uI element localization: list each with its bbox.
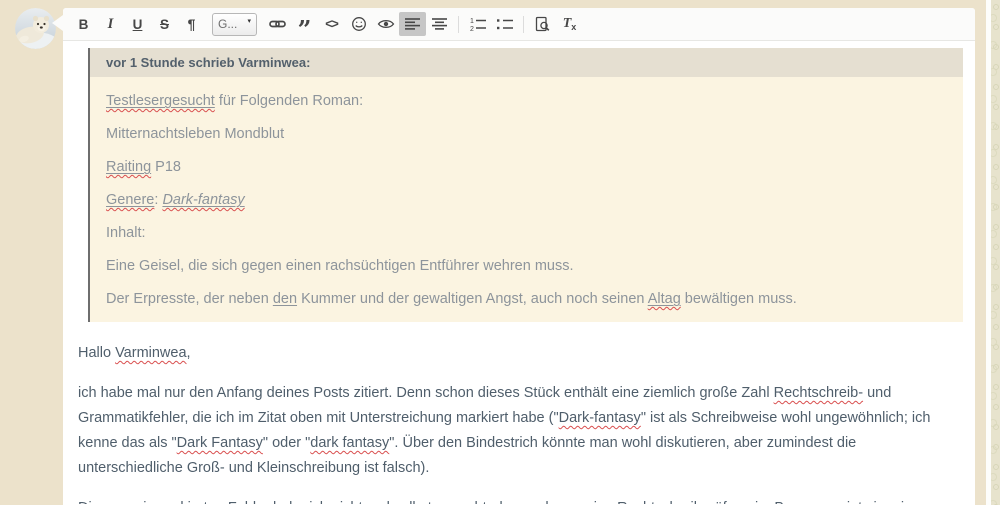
text-run: Inhalt: xyxy=(106,225,146,241)
text-run: , xyxy=(186,345,191,361)
post-editor: B I U S ¶ G... ▾ ” <> 1 2 T x vor 1 Stun… xyxy=(63,8,975,505)
marked-word: den xyxy=(272,291,298,307)
marked-word: Genere xyxy=(106,192,155,208)
caret-down-icon: ▾ xyxy=(247,18,251,25)
paragraph-format-button[interactable]: ¶ xyxy=(178,12,205,36)
text-run: bewältigen muss. xyxy=(680,291,797,307)
text-run: Mitternachtsleben Mondblut xyxy=(106,126,285,142)
paragraph: Genere: Dark-fantasy xyxy=(106,190,947,210)
underline-button[interactable]: U xyxy=(124,12,151,36)
paragraph: Testlesergesucht für Folgenden Roman: xyxy=(106,91,947,111)
text-run: " oder " xyxy=(262,435,311,451)
toolbar-separator xyxy=(458,15,459,33)
quoted-post: vor 1 Stunde schrieb Varminwea: Testlese… xyxy=(88,48,963,322)
marked-word: Dark-fantasy xyxy=(558,410,641,426)
paragraph: Die von mir markierten Fehler habe ich n… xyxy=(78,496,963,504)
preview-button[interactable] xyxy=(372,12,399,36)
text-run: P18 xyxy=(151,159,181,175)
text-run: Eine Geisel, die sich gegen einen rachsü… xyxy=(106,258,574,274)
text-run: Der Erpresste, der neben xyxy=(106,291,273,307)
paragraph: ich habe mal nur den Anfang deines Posts… xyxy=(78,381,963,481)
strikethrough-button[interactable]: S xyxy=(151,12,178,36)
text-run: ich habe mal nur den Anfang deines Posts… xyxy=(78,385,774,401)
align-left-button[interactable] xyxy=(399,12,426,36)
polar-bear-photo-avatar xyxy=(15,8,56,49)
page-search-icon xyxy=(535,16,550,32)
align-center-button[interactable] xyxy=(426,12,453,36)
marked-word: Raiting xyxy=(106,159,152,175)
eye-icon xyxy=(377,17,395,31)
ordered-list-icon: 1 2 xyxy=(470,17,486,31)
reply-text: Hallo Varminwea, ich habe mal nur den Anf… xyxy=(78,341,963,504)
quote-body: Testlesergesucht für Folgenden Roman: Mit… xyxy=(90,77,963,322)
ordered-list-button[interactable]: 1 2 xyxy=(464,12,491,36)
align-left-icon xyxy=(405,17,420,31)
unordered-list-button[interactable] xyxy=(491,12,518,36)
marked-word: Dark Fantasy xyxy=(176,435,263,451)
paragraph: Eine Geisel, die sich gegen einen rachsü… xyxy=(106,256,947,276)
code-button[interactable]: <> xyxy=(318,12,345,36)
font-size-dropdown[interactable]: G... ▾ xyxy=(212,12,257,36)
marked-word: Varminwea xyxy=(115,345,187,361)
quote-button[interactable]: ” xyxy=(291,12,318,42)
smiley-icon xyxy=(351,16,367,32)
remove-format-x: x xyxy=(571,21,577,32)
font-size-value: G... xyxy=(218,17,238,31)
paragraph: Raiting P18 xyxy=(106,157,947,177)
paragraph: Der Erpresste, der neben den Kummer und … xyxy=(106,289,947,309)
page-search-button[interactable] xyxy=(529,12,556,36)
chain-link-icon xyxy=(269,16,286,32)
user-avatar[interactable] xyxy=(15,8,56,49)
editor-content[interactable]: vor 1 Stunde schrieb Varminwea: Testlese… xyxy=(63,41,975,504)
paragraph: Hallo Varminwea, xyxy=(78,341,963,366)
unordered-list-icon xyxy=(496,17,513,31)
bold-button[interactable]: B xyxy=(70,12,97,36)
marked-word: Dark-fantasy xyxy=(162,192,245,208)
svg-text:1: 1 xyxy=(470,18,474,25)
toolbar-separator xyxy=(523,15,524,33)
paragraph: Mitternachtsleben Mondblut xyxy=(106,124,947,144)
remove-format-T: T xyxy=(562,16,572,31)
svg-text:2: 2 xyxy=(470,26,474,31)
marked-word: Testlesergesucht xyxy=(106,93,215,109)
comment-bubble-tail xyxy=(52,15,63,31)
text-run: Hallo xyxy=(78,345,116,361)
remove-format-button[interactable]: Tx xyxy=(556,12,583,36)
text-run: Kummer und der gewaltigen Angst, auch no… xyxy=(297,291,648,307)
italic-button[interactable]: I xyxy=(97,12,124,36)
editor-toolbar: B I U S ¶ G... ▾ ” <> 1 2 T x xyxy=(63,8,975,42)
link-button[interactable] xyxy=(264,12,291,36)
marked-word: dark fantasy xyxy=(310,435,390,451)
quote-citation-header[interactable]: vor 1 Stunde schrieb Varminwea: xyxy=(90,48,963,77)
marked-word: Altag xyxy=(647,291,681,307)
text-run: Die von mir markierten Fehler habe ich n… xyxy=(78,500,929,504)
align-center-icon xyxy=(432,17,447,31)
emoji-button[interactable] xyxy=(345,12,372,36)
paragraph: Inhalt: xyxy=(106,223,947,243)
marked-word: Rechtschreib- xyxy=(773,385,864,401)
text-run: für Folgenden Roman: xyxy=(214,93,364,109)
page-background-pattern xyxy=(991,0,1000,505)
